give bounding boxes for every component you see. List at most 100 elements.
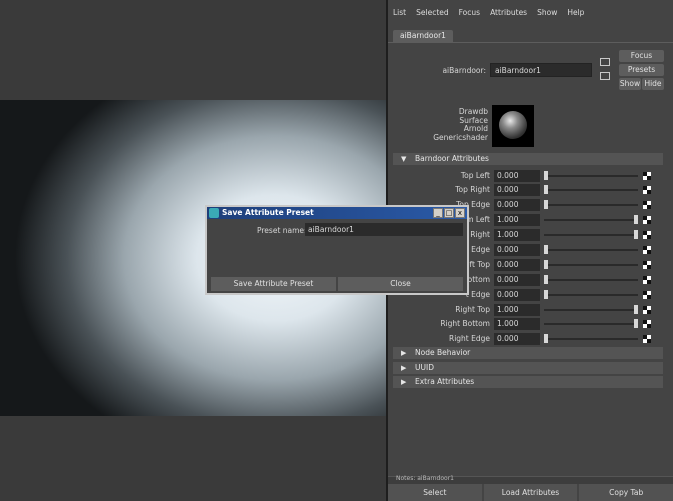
preset-name-label: Preset name: <box>257 226 307 235</box>
slider-handle[interactable] <box>634 319 638 328</box>
attribute-slider[interactable] <box>544 204 638 206</box>
dialog-title-bar[interactable]: Save Attribute Preset <box>207 207 467 219</box>
focus-button[interactable]: Focus <box>619 50 664 62</box>
menu-attributes[interactable]: Attributes <box>485 6 532 20</box>
attribute-slider[interactable] <box>544 279 638 281</box>
load-attributes-button[interactable]: Load Attributes <box>483 484 578 501</box>
map-button-icon[interactable] <box>643 335 651 343</box>
attribute-label: t Edge <box>465 290 490 299</box>
attribute-slider[interactable] <box>544 264 638 266</box>
attribute-label: Right Edge <box>448 334 490 343</box>
attribute-value-field[interactable]: 0.000 <box>494 289 540 301</box>
section-label: Extra Attributes <box>415 377 475 386</box>
attribute-label: Top Left <box>460 171 490 180</box>
menu-list[interactable]: List <box>388 6 411 20</box>
attribute-row: Right Edge 0.000 <box>388 333 673 347</box>
close-button[interactable]: Close <box>338 277 463 291</box>
map-button-icon[interactable] <box>643 186 651 194</box>
save-preset-button[interactable]: Save Attribute Preset <box>211 277 336 291</box>
tab-underline <box>388 42 673 43</box>
map-button-icon[interactable] <box>643 306 651 314</box>
slider-handle[interactable] <box>544 290 548 299</box>
preset-name-input[interactable]: aiBarndoor1 <box>305 223 463 236</box>
attribute-value-field[interactable]: 0.000 <box>494 244 540 256</box>
attribute-row: Right Top 1.000 <box>388 304 673 318</box>
shader-type-text: Drawdb Surface Arnold Genericshader <box>428 107 488 142</box>
map-button-icon[interactable] <box>643 261 651 269</box>
slider-handle[interactable] <box>544 185 548 194</box>
output-connection-icon[interactable] <box>600 72 610 80</box>
slider-handle[interactable] <box>544 245 548 254</box>
attribute-slider[interactable] <box>544 323 638 325</box>
menu-selected[interactable]: Selected <box>411 6 454 20</box>
tab-aibarndoor1[interactable]: aiBarndoor1 <box>393 30 453 42</box>
collapsed-triangle-icon: ▶ <box>401 349 407 357</box>
map-button-icon[interactable] <box>643 231 651 239</box>
presets-button[interactable]: Presets <box>619 64 664 76</box>
map-button-icon[interactable] <box>643 291 651 299</box>
expanded-triangle-icon: ▼ <box>401 155 407 163</box>
attribute-value-field[interactable]: 1.000 <box>494 304 540 316</box>
attribute-value-field[interactable]: 0.000 <box>494 170 540 182</box>
minimize-icon[interactable]: _ <box>433 208 443 218</box>
attribute-value-field[interactable]: 1.000 <box>494 214 540 226</box>
section-label: UUID <box>415 363 434 372</box>
bottom-bar: Select Load Attributes Copy Tab <box>388 484 673 501</box>
map-button-icon[interactable] <box>643 246 651 254</box>
save-preset-dialog: Save Attribute Preset _ □ x Preset name:… <box>205 205 469 295</box>
attribute-value-field[interactable]: 0.000 <box>494 274 540 286</box>
map-button-icon[interactable] <box>643 172 651 180</box>
map-button-icon[interactable] <box>643 201 651 209</box>
hide-button[interactable]: Hide <box>642 78 664 90</box>
slider-handle[interactable] <box>544 200 548 209</box>
dialog-title: Save Attribute Preset <box>222 208 314 217</box>
attribute-value-field[interactable]: 0.000 <box>494 199 540 211</box>
attribute-value-field[interactable]: 1.000 <box>494 229 540 241</box>
attribute-slider[interactable] <box>544 189 638 191</box>
attribute-slider[interactable] <box>544 219 638 221</box>
attribute-slider[interactable] <box>544 249 638 251</box>
node-name-field[interactable]: aiBarndoor1 <box>490 63 592 77</box>
map-button-icon[interactable] <box>643 276 651 284</box>
section-barndoor-attributes[interactable]: ▼ Barndoor Attributes <box>393 153 663 165</box>
show-button[interactable]: Show <box>619 78 641 90</box>
attribute-value-field[interactable]: 0.000 <box>494 259 540 271</box>
menu-help[interactable]: Help <box>562 6 589 20</box>
section-extra-attributes[interactable]: ▶ Extra Attributes <box>393 376 663 388</box>
close-icon[interactable]: x <box>455 208 465 218</box>
menu-bar: List Selected Focus Attributes Show Help <box>388 6 589 20</box>
section-uuid[interactable]: ▶ UUID <box>393 362 663 374</box>
attribute-label: m Left <box>466 215 490 224</box>
slider-handle[interactable] <box>634 305 638 314</box>
slider-handle[interactable] <box>634 230 638 239</box>
collapsed-triangle-icon: ▶ <box>401 378 407 386</box>
attribute-slider[interactable] <box>544 294 638 296</box>
attribute-slider[interactable] <box>544 175 638 177</box>
input-connection-icon[interactable] <box>600 58 610 66</box>
attribute-value-field[interactable]: 0.000 <box>494 184 540 196</box>
map-button-icon[interactable] <box>643 320 651 328</box>
slider-handle[interactable] <box>544 260 548 269</box>
attribute-slider[interactable] <box>544 234 638 236</box>
copy-tab-button[interactable]: Copy Tab <box>579 484 673 501</box>
attribute-value-field[interactable]: 1.000 <box>494 318 540 330</box>
notes-label: Notes: aiBarndoor1 <box>396 475 454 482</box>
attribute-row: Top Left 0.000 <box>388 170 673 184</box>
slider-handle[interactable] <box>634 215 638 224</box>
maximize-icon[interactable]: □ <box>444 208 454 218</box>
attribute-slider[interactable] <box>544 309 638 311</box>
select-button[interactable]: Select <box>388 484 482 501</box>
map-button-icon[interactable] <box>643 216 651 224</box>
menu-show[interactable]: Show <box>532 6 562 20</box>
attribute-slider[interactable] <box>544 338 638 340</box>
notes-field[interactable]: Notes: aiBarndoor1 <box>388 475 673 484</box>
slider-handle[interactable] <box>544 275 548 284</box>
slider-handle[interactable] <box>544 171 548 180</box>
attribute-value-field[interactable]: 0.000 <box>494 333 540 345</box>
slider-handle[interactable] <box>544 334 548 343</box>
shader-swatch[interactable] <box>492 105 534 147</box>
menu-focus[interactable]: Focus <box>454 6 485 20</box>
section-node-behavior[interactable]: ▶ Node Behavior <box>393 347 663 359</box>
section-label: Node Behavior <box>415 348 471 357</box>
section-label: Barndoor Attributes <box>415 154 489 163</box>
